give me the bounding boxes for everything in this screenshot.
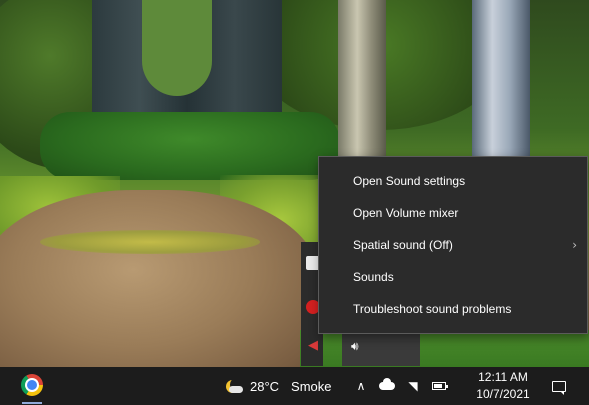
wallpaper-dirt-path xyxy=(0,190,320,367)
speaker-icon[interactable]: ◀ xyxy=(306,338,320,352)
menu-item-label: Open Sound settings xyxy=(353,174,466,188)
menu-item-label: Spatial sound (Off) xyxy=(353,238,453,252)
menu-item-label: Open Volume mixer xyxy=(353,206,459,220)
battery-button[interactable] xyxy=(426,367,452,405)
menu-item-troubleshoot-sound[interactable]: Troubleshoot sound problems xyxy=(319,293,587,325)
sound-context-menu: Open Sound settings Open Volume mixer Sp… xyxy=(318,156,588,334)
wallpaper-arch-opening xyxy=(142,0,212,96)
running-app-indicator xyxy=(22,402,42,404)
onedrive-cloud-icon xyxy=(379,378,395,390)
weather-condition: Smoke xyxy=(291,378,332,394)
weather-temperature: 28°C xyxy=(250,378,280,394)
network-button[interactable]: ◥ xyxy=(400,367,426,405)
weather-widget[interactable]: 28°C Smoke xyxy=(220,367,336,405)
system-tray: ∧ ◥ xyxy=(348,367,452,405)
menu-item-label: Troubleshoot sound problems xyxy=(353,302,512,316)
menu-item-spatial-sound[interactable]: Spatial sound (Off) › xyxy=(319,229,587,261)
menu-item-open-volume-mixer[interactable]: Open Volume mixer xyxy=(319,197,587,229)
taskbar-clock[interactable]: 12:11 AM 10/7/2021 xyxy=(470,367,536,405)
moon-cloud-icon xyxy=(224,378,244,394)
taskbar: 28°C Smoke ∧ ◥ 12:11 AM 10/7/2021 xyxy=(0,367,589,405)
battery-icon xyxy=(432,382,448,390)
clock-date: 10/7/2021 xyxy=(476,387,530,401)
menu-item-open-sound-settings[interactable]: Open Sound settings xyxy=(319,165,587,197)
show-hidden-icons-button[interactable]: ∧ xyxy=(348,367,374,405)
action-center-icon xyxy=(552,380,566,395)
action-center-button[interactable] xyxy=(544,367,574,405)
chrome-icon xyxy=(21,374,43,396)
speaker-volume-icon[interactable]: 🔊︎ xyxy=(351,337,371,355)
wifi-icon: ◥ xyxy=(408,379,418,393)
menu-item-label: Sounds xyxy=(353,270,394,284)
onedrive-button[interactable] xyxy=(374,367,400,405)
wallpaper-grass-strip xyxy=(40,230,260,254)
menu-item-sounds[interactable]: Sounds xyxy=(319,261,587,293)
chevron-up-icon: ∧ xyxy=(356,379,366,393)
chevron-right-icon: › xyxy=(572,238,577,252)
clock-time: 12:11 AM xyxy=(478,370,528,384)
wallpaper-birch-trunk xyxy=(472,0,530,160)
wallpaper-hedge xyxy=(40,112,340,180)
taskbar-chrome-button[interactable] xyxy=(12,367,52,405)
